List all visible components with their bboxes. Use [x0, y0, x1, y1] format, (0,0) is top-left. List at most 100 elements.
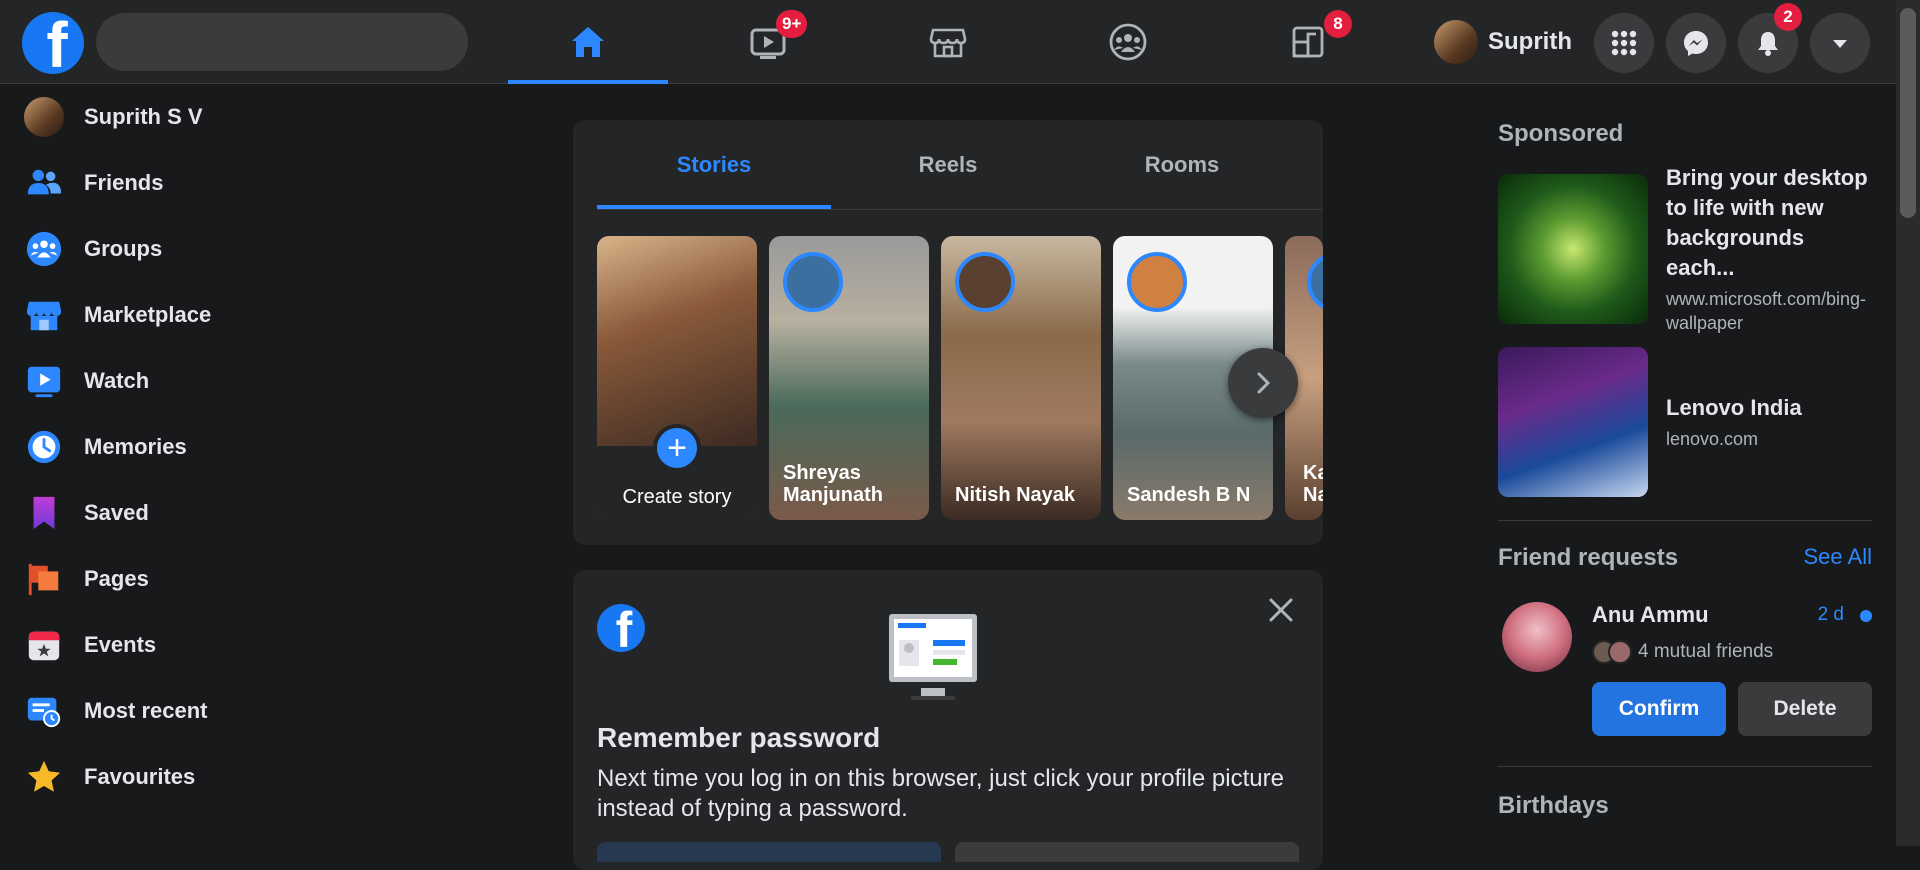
avatar	[955, 252, 1015, 312]
sidebar-item-label: Most recent	[84, 698, 208, 723]
ad-image	[1498, 174, 1648, 324]
sidebar-item-pages[interactable]: Pages	[0, 546, 420, 612]
most-recent-icon	[27, 697, 61, 728]
sidebar-item-memories[interactable]: Memories	[0, 414, 420, 480]
sidebar-item-label: Watch	[84, 368, 150, 393]
sidebar-item-most-recent[interactable]: Most recent	[0, 678, 420, 744]
not-now-button[interactable]	[955, 842, 1299, 862]
marketplace-icon	[26, 301, 62, 331]
messenger-icon	[1684, 31, 1708, 56]
sidebar-item-profile[interactable]: Suprith S V	[0, 84, 420, 150]
left-sidebar: Suprith S V Friends Groups Marketplace W…	[0, 84, 420, 810]
saved-icon	[33, 496, 55, 530]
avatar	[24, 97, 64, 137]
memories-icon	[27, 430, 61, 464]
divider	[1498, 520, 1872, 521]
sidebar-item-saved[interactable]: Saved	[0, 480, 420, 546]
sidebar-item-friends[interactable]: Friends	[0, 150, 420, 216]
avatar	[1127, 252, 1187, 312]
ad-title: Lenovo India	[1666, 395, 1802, 420]
ad-lenovo[interactable]: Lenovo India lenovo.com	[1498, 347, 1872, 497]
ad-url: www.microsoft.com/bing-wallpaper	[1666, 289, 1867, 333]
facebook-logo-icon[interactable]: f	[22, 12, 84, 74]
avatar	[783, 252, 843, 312]
sidebar-item-label: Events	[84, 632, 157, 657]
nav-marketplace-tab[interactable]	[868, 0, 1028, 84]
star-icon	[27, 760, 61, 792]
bell-icon	[1758, 32, 1778, 56]
gaming-badge: 8	[1324, 10, 1352, 38]
sidebar-item-marketplace[interactable]: Marketplace	[0, 282, 420, 348]
gaming-icon	[1292, 26, 1324, 58]
request-name[interactable]: Anu Ammu	[1592, 602, 1709, 628]
sidebar-item-label: Favourites	[84, 764, 196, 789]
story-name: Nitish Nayak	[955, 484, 1076, 506]
sidebar-item-label: Suprith S V	[84, 104, 203, 129]
sidebar-item-label: Pages	[84, 566, 149, 591]
sidebar-item-label: Memories	[84, 434, 187, 459]
story-name: Shreyas Manjunath	[783, 462, 883, 506]
avatar[interactable]	[1502, 602, 1572, 672]
notifications-button[interactable]: 2	[1738, 3, 1802, 73]
logo-letter: f	[46, 12, 68, 74]
events-icon	[28, 631, 60, 661]
marketplace-icon	[929, 28, 967, 58]
plus-icon: +	[653, 424, 701, 472]
search-input[interactable]	[96, 13, 468, 71]
sidebar-item-watch[interactable]: Watch	[0, 348, 420, 414]
avatar	[1434, 20, 1478, 64]
notifications-badge: 2	[1774, 3, 1802, 31]
divider	[1498, 766, 1872, 767]
ad-url: lenovo.com	[1666, 429, 1759, 449]
home-icon	[572, 27, 604, 57]
avatar	[1608, 640, 1632, 664]
unread-dot-icon	[1860, 610, 1872, 622]
friend-requests-title: Friend requests	[1498, 544, 1679, 571]
groups-icon	[1109, 23, 1147, 61]
ad-image	[1498, 347, 1648, 497]
facebook-logo-icon: f	[597, 604, 645, 652]
account-menu-button[interactable]	[1810, 13, 1870, 73]
sidebar-item-label: Saved	[84, 500, 149, 525]
nav-groups-tab[interactable]	[1048, 0, 1208, 84]
sidebar-item-groups[interactable]: Groups	[0, 216, 420, 282]
delete-button[interactable]: Delete	[1738, 682, 1872, 736]
nav-home-tab[interactable]	[508, 0, 668, 84]
sponsored-title: Sponsored	[1498, 120, 1624, 147]
tab-reels[interactable]: Reels	[831, 120, 1065, 209]
groups-icon	[26, 231, 62, 267]
close-icon[interactable]	[1265, 594, 1297, 626]
scrollbar-thumb[interactable]	[1900, 8, 1916, 218]
remember-password-text: Next time you log in on this browser, ju…	[597, 765, 1284, 822]
watch-badge: 9+	[776, 10, 808, 38]
nav-gaming-tab[interactable]: 8	[1228, 0, 1388, 84]
caret-down-icon	[1833, 40, 1847, 48]
story-name: Ka Na	[1303, 462, 1323, 506]
story-card[interactable]: Nitish Nayak	[941, 236, 1101, 520]
create-story-card[interactable]: + Create story	[597, 236, 757, 520]
tab-stories[interactable]: Stories	[597, 120, 831, 209]
ad-title: Bring your desktop to life with new back…	[1666, 165, 1868, 280]
birthdays-title: Birthdays	[1498, 792, 1609, 819]
grid-menu-icon	[1611, 30, 1637, 56]
see-all-link[interactable]: See All	[1804, 544, 1873, 570]
profile-shortcut[interactable]: Suprith	[1434, 16, 1572, 68]
profile-name: Suprith	[1488, 28, 1572, 55]
mutual-friends: 4 mutual friends	[1592, 640, 1773, 664]
nav-watch-tab[interactable]: 9+	[688, 0, 848, 84]
ad-microsoft[interactable]: Bring your desktop to life with new back…	[1498, 165, 1872, 333]
request-time: 2 d	[1817, 604, 1844, 625]
ok-button[interactable]	[597, 842, 941, 862]
friends-icon	[27, 169, 62, 195]
pages-icon	[28, 563, 59, 596]
sidebar-item-favourites[interactable]: Favourites	[0, 744, 420, 810]
tab-rooms[interactable]: Rooms	[1065, 120, 1299, 209]
menu-button[interactable]	[1594, 13, 1654, 73]
story-card[interactable]: Shreyas Manjunath	[769, 236, 929, 520]
sidebar-item-label: Friends	[84, 170, 164, 195]
sidebar-item-events[interactable]: Events	[0, 612, 420, 678]
stories-next-button[interactable]	[1228, 348, 1298, 418]
messenger-button[interactable]	[1666, 13, 1726, 73]
confirm-button[interactable]: Confirm	[1592, 682, 1726, 736]
remember-password-card: f Remember password Next time you log in…	[573, 570, 1323, 870]
